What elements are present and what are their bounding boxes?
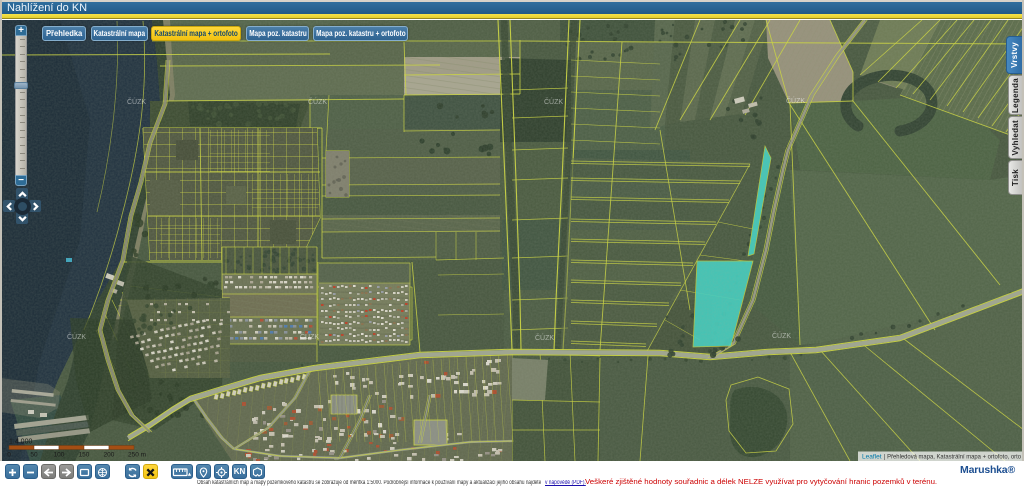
svg-text:1:4 000: 1:4 000 [9,439,32,446]
svg-text:ČÚZK: ČÚZK [772,331,791,340]
svg-text:ČÚZK: ČÚZK [127,97,146,106]
svg-text:ČÚZK: ČÚZK [786,96,805,105]
svg-text:200: 200 [104,452,115,459]
svg-text:100: 100 [54,452,65,459]
svg-text:250 m: 250 m [128,452,146,459]
svg-text:Leaflet: Leaflet [862,454,882,461]
svg-text:ČÚZK: ČÚZK [544,97,563,106]
svg-text:| Přehledová mapa, Katastrální: | Přehledová mapa, Katastrální mapa + or… [884,454,1021,461]
svg-text:150: 150 [79,452,90,459]
svg-text:ČÚZK: ČÚZK [535,333,554,342]
svg-text:ČÚZK: ČÚZK [308,97,327,106]
svg-text:50: 50 [30,452,38,459]
svg-text:ČÚZK: ČÚZK [300,332,319,341]
svg-text:ČÚZK: ČÚZK [67,332,86,341]
svg-text:0: 0 [7,452,11,459]
